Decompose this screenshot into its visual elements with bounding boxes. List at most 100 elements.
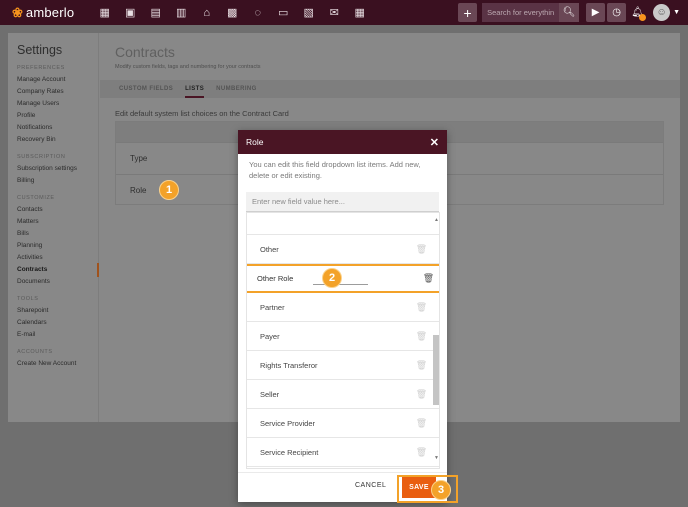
- list-item-label: Service Provider: [260, 418, 316, 428]
- bank-icon[interactable]: ⌂: [194, 0, 220, 25]
- search-icon[interactable]: 🔍︎: [559, 3, 580, 22]
- role-items-list: Other 🗑︎ Other Role 🗑︎ Partner 🗑︎ Payer 🗑︎ Right…: [246, 212, 440, 469]
- list-item-label: Other: [260, 244, 279, 254]
- edit-row-content: Other Role: [257, 272, 369, 285]
- notification-badge: [639, 14, 647, 21]
- list-item-label: Partner: [260, 302, 285, 312]
- app-logo[interactable]: ❀ amberlo: [0, 5, 92, 21]
- sidebar-item-profile[interactable]: Profile: [17, 110, 98, 122]
- list-item-label: Seller: [260, 389, 280, 399]
- sidebar-sections: PREFERENCES Manage Account Company Rates Ma…: [17, 65, 98, 370]
- list-item[interactable]: Payer 🗑︎: [247, 322, 439, 351]
- tabs: CUSTOM FIELDS LISTS NUMBERING: [100, 80, 680, 98]
- timer-icon[interactable]: ◷: [607, 3, 627, 22]
- trash-icon[interactable]: 🗑︎: [416, 447, 427, 457]
- sidebar-item-billing[interactable]: Billing: [17, 175, 98, 187]
- cancel-button[interactable]: CANCEL: [355, 482, 386, 489]
- role-dialog: Role ✕ You can edit this field dropdown …: [238, 130, 447, 502]
- top-right-tools: + 🔍︎ ▶ ◷ 🔔︎ ☺ ▼: [458, 0, 688, 25]
- top-bar: ❀ amberlo ▦▣▤▥⌂▩◌▭▧✉▦ + 🔍︎ ▶ ◷ 🔔︎ ☺ ▼: [0, 0, 688, 25]
- list-item[interactable]: Rights Transferor 🗑︎: [247, 351, 439, 380]
- sidebar-item-planning[interactable]: Planning: [17, 240, 98, 252]
- sidebar-active-marker: [97, 263, 99, 277]
- sidebar-item-calendars[interactable]: Calendars: [17, 317, 98, 329]
- callout-3: 3: [431, 480, 451, 500]
- main-nav: ▦ ▣ ▤ ▥ ⌂ ▩ ◌ ▭ ▧ ✉ ▦: [92, 0, 373, 25]
- sidebar-item-recovery-bin[interactable]: Recovery Bin: [17, 134, 98, 146]
- sidebar-item-documents[interactable]: Documents: [17, 276, 98, 288]
- list-item-editing[interactable]: Other Role 🗑︎: [247, 264, 439, 293]
- sidebar-item-create-new-account[interactable]: Create New Account: [17, 358, 98, 370]
- sidebar-item-matters[interactable]: Matters: [17, 216, 98, 228]
- amberlo-logo-icon: ❀: [12, 4, 23, 20]
- reports-icon[interactable]: ▦: [347, 0, 373, 25]
- play-icon[interactable]: ▶: [586, 3, 606, 22]
- list-item-label: Rights Transferor: [260, 360, 318, 370]
- sidebar-section-tools: TOOLS: [17, 296, 39, 302]
- bell-icon[interactable]: 🔔︎: [628, 3, 647, 22]
- trash-icon[interactable]: 🗑︎: [416, 360, 427, 370]
- sidebar-item-subscription-settings[interactable]: Subscription settings: [17, 163, 98, 175]
- sidebar-title: Settings: [17, 43, 63, 57]
- list-scrollbar[interactable]: ▲ ▼: [433, 217, 439, 461]
- trash-icon[interactable]: 🗑︎: [416, 389, 427, 399]
- trash-icon[interactable]: 🗑︎: [416, 302, 427, 312]
- chevron-down-icon[interactable]: ▼: [673, 9, 680, 16]
- calendar-icon[interactable]: ▩: [220, 0, 246, 25]
- folder-icon[interactable]: ▭: [271, 0, 297, 25]
- sidebar-item-manage-users[interactable]: Manage Users: [17, 98, 98, 110]
- add-button[interactable]: +: [458, 3, 478, 22]
- contacts-icon[interactable]: ▣: [118, 0, 144, 25]
- sidebar-item-notifications[interactable]: Notifications: [17, 122, 98, 134]
- close-icon[interactable]: ✕: [430, 136, 439, 149]
- sidebar-item-bills[interactable]: Bills: [17, 228, 98, 240]
- sidebar-item-sharepoint[interactable]: Sharepoint: [17, 305, 98, 317]
- list-item-label: Service Recipient: [260, 447, 319, 457]
- list-item[interactable]: Service Provider 🗑︎: [247, 409, 439, 438]
- whatsapp-icon[interactable]: ◌: [245, 0, 271, 25]
- files-icon[interactable]: ▧: [296, 0, 322, 25]
- dashboard-icon[interactable]: ▦: [92, 0, 118, 25]
- sidebar-item-activities[interactable]: Activities: [17, 252, 98, 264]
- trash-icon[interactable]: 🗑︎: [416, 331, 427, 341]
- page-title: Contracts: [115, 44, 175, 60]
- list-item[interactable]: Service Recipient 🗑︎: [247, 438, 439, 467]
- trash-icon[interactable]: 🗑︎: [423, 273, 434, 284]
- list-item[interactable]: Other 🗑︎: [247, 235, 439, 264]
- tab-custom-fields[interactable]: CUSTOM FIELDS: [119, 80, 173, 98]
- trash-icon[interactable]: 🗑︎: [416, 244, 427, 254]
- sidebar-item-e-mail[interactable]: E-mail: [17, 329, 98, 341]
- list-item-label: Other Role: [257, 274, 294, 283]
- tab-lists[interactable]: LISTS: [185, 80, 205, 98]
- matters-icon[interactable]: ▤: [143, 0, 169, 25]
- list-item[interactable]: Seller 🗑︎: [247, 380, 439, 409]
- list-item[interactable]: Partner 🗑︎: [247, 293, 439, 322]
- sidebar-section-subscription: SUBSCRIPTION: [17, 154, 66, 160]
- app-name: amberlo: [25, 5, 75, 20]
- dialog-description: You can edit this field dropdown list it…: [249, 160, 421, 180]
- dialog-title: Role: [246, 137, 264, 147]
- page-subtitle: Modify custom fields, tags and numbering…: [115, 64, 261, 70]
- scroll-up-icon[interactable]: ▲: [434, 217, 439, 223]
- sidebar-item-contracts[interactable]: Contracts: [17, 264, 98, 276]
- sidebar-section-accounts: ACCOUNTS: [17, 349, 53, 355]
- sidebar-section-customize: CUSTOMIZE: [17, 195, 55, 201]
- global-search-input[interactable]: [482, 3, 560, 22]
- mail-icon[interactable]: ✉: [322, 0, 348, 25]
- sidebar-item-company-rates[interactable]: Company Rates: [17, 86, 98, 98]
- list-top-spacer: [247, 213, 439, 235]
- dialog-header: Role ✕: [238, 130, 447, 154]
- new-field-value-input[interactable]: [246, 192, 439, 212]
- tab-numbering[interactable]: NUMBERING: [216, 80, 257, 98]
- list-item-label: Payer: [260, 331, 280, 341]
- settings-sidebar: Settings PREFERENCES Manage Account Compan…: [8, 33, 99, 422]
- sidebar-item-contacts[interactable]: Contacts: [17, 204, 98, 216]
- lists-heading: Edit default system list choices on the …: [115, 109, 289, 118]
- global-search: 🔍︎: [482, 3, 580, 22]
- scrollbar-thumb[interactable]: [433, 335, 439, 405]
- avatar-icon[interactable]: ☺: [653, 4, 671, 21]
- sidebar-item-manage-account[interactable]: Manage Account: [17, 74, 98, 86]
- trash-icon[interactable]: 🗑︎: [416, 418, 427, 428]
- scroll-down-icon[interactable]: ▼: [434, 455, 439, 461]
- documents-icon[interactable]: ▥: [169, 0, 195, 25]
